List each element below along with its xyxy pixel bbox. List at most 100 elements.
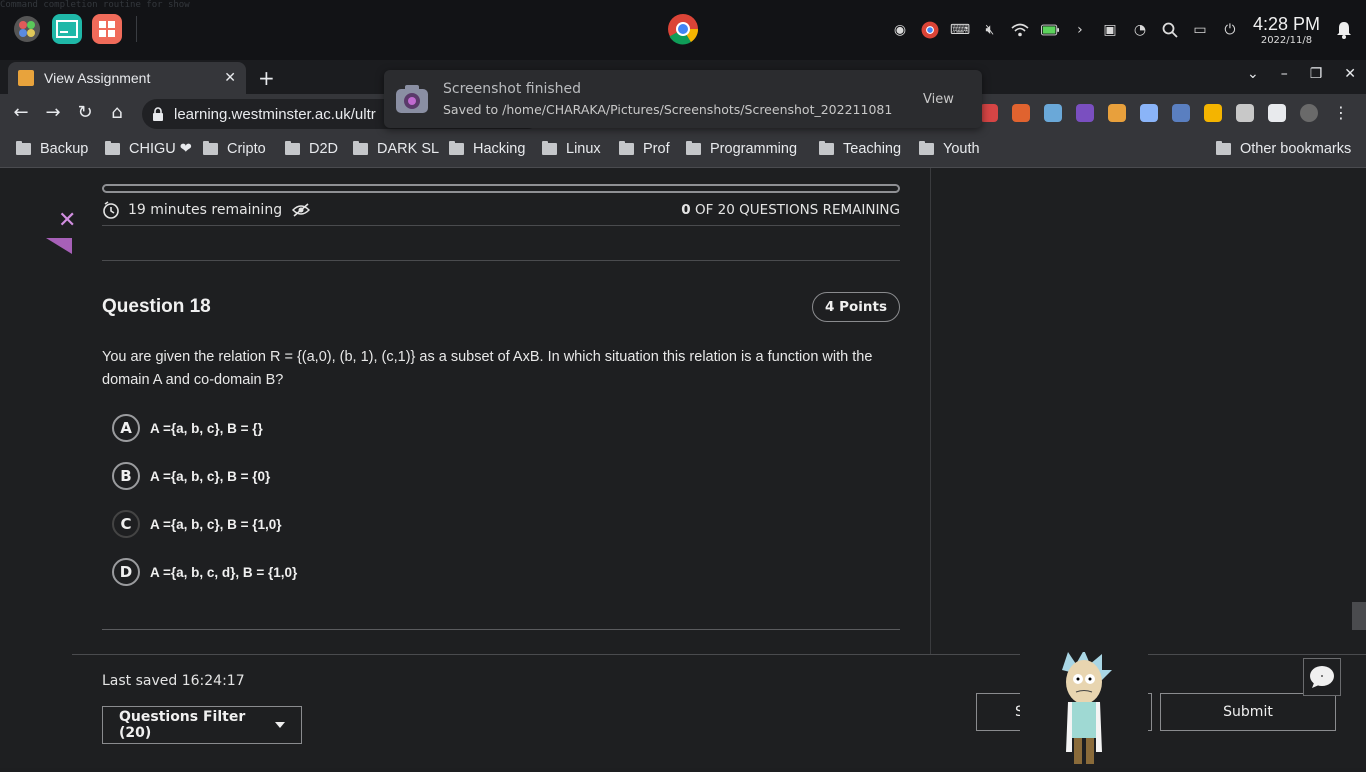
bookmark-folder[interactable]: Prof — [619, 141, 670, 157]
terminal-app-icon[interactable] — [52, 14, 82, 44]
close-window-icon[interactable]: ✕ — [1344, 66, 1356, 82]
folder-icon — [353, 141, 368, 155]
tray-chrome-icon[interactable] — [921, 21, 939, 39]
extension-icon[interactable] — [1012, 104, 1030, 122]
chat-bubble-icon[interactable] — [1303, 658, 1341, 696]
camera-icon — [396, 85, 428, 113]
answer-option-a[interactable]: A A ={a, b, c}, B = {} — [112, 414, 263, 442]
last-saved: Last saved 16:24:17 — [102, 673, 245, 689]
divider — [102, 629, 900, 630]
close-assignment-icon[interactable]: ✕ — [58, 208, 76, 233]
other-bookmarks[interactable]: Other bookmarks — [1216, 141, 1351, 157]
extension-icon[interactable] — [1108, 104, 1126, 122]
answer-option-b[interactable]: B A ={a, b, c}, B = {0} — [112, 462, 270, 490]
kebab-menu-icon[interactable]: ⋮ — [1332, 104, 1350, 122]
taskbar-separator — [136, 16, 137, 42]
timer-icon — [103, 201, 119, 219]
questions-remaining: 0 OF 20 QUESTIONS REMAINING — [681, 202, 900, 218]
clock[interactable]: 4:28 PM 2022/11/8 — [1253, 15, 1320, 46]
scrollbar-thumb[interactable] — [1352, 602, 1366, 630]
answer-option-d[interactable]: D A ={a, b, c, d}, B = {1,0} — [112, 558, 297, 586]
side-panel-icon[interactable] — [1268, 104, 1286, 122]
keyboard-layout-icon[interactable]: ▭ — [1191, 21, 1209, 39]
submit-button[interactable]: Submit — [1160, 693, 1336, 731]
folder-icon — [203, 141, 218, 155]
extension-icon[interactable] — [1204, 104, 1222, 122]
puzzle-extensions-icon[interactable] — [1236, 104, 1254, 122]
tray-expand-icon[interactable]: › — [1071, 21, 1089, 39]
back-icon[interactable]: ← — [12, 102, 30, 123]
notification-body: Saved to /home/CHARAKA/Pictures/Screensh… — [443, 102, 893, 117]
divider — [102, 260, 900, 261]
extension-icon[interactable] — [1140, 104, 1158, 122]
extension-icon[interactable] — [1044, 104, 1062, 122]
extension-icon[interactable] — [1076, 104, 1094, 122]
minimize-icon[interactable]: – — [1281, 66, 1288, 82]
folder-icon — [919, 141, 934, 155]
folder-icon — [686, 141, 701, 155]
folder-icon — [285, 141, 300, 155]
option-text: A ={a, b, c}, B = {1,0} — [150, 516, 282, 532]
right-panel — [930, 168, 1366, 654]
reload-icon[interactable]: ↻ — [76, 102, 94, 123]
notification-view-button[interactable]: View — [923, 92, 954, 107]
search-icon[interactable] — [1161, 21, 1179, 39]
chrome-taskbar-icon[interactable] — [667, 13, 699, 45]
screenshot-notification[interactable]: Screenshot finished Saved to /home/CHARA… — [384, 70, 982, 128]
notification-bell-icon[interactable] — [1334, 20, 1354, 40]
volume-muted-icon[interactable]: 🔇︎ — [981, 21, 999, 39]
tab-view-assignment[interactable]: View Assignment ✕ — [8, 62, 246, 94]
wifi-icon[interactable] — [1011, 21, 1029, 39]
bookmark-folder[interactable]: Hacking — [449, 141, 525, 157]
software-center-icon[interactable] — [92, 14, 122, 44]
question-text: You are given the relation R = {(a,0), (… — [102, 349, 873, 388]
app-menu-icon[interactable] — [12, 14, 42, 44]
tab-close-icon[interactable]: ✕ — [224, 70, 236, 86]
clock-date: 2022/11/8 — [1260, 34, 1313, 46]
profile-avatar-icon[interactable] — [1300, 104, 1318, 122]
remaining-count: 0 — [681, 202, 691, 218]
tray-app-icon[interactable]: ◉ — [891, 21, 909, 39]
folder-icon — [449, 141, 464, 155]
divider — [102, 225, 900, 226]
assignment-page: ✕ 19 minutes remaining 0 OF 20 QUESTIONS… — [0, 168, 1366, 768]
bookmark-folder[interactable]: CHIGU ❤ — [105, 141, 192, 157]
home-icon[interactable]: ⌂ — [108, 102, 126, 123]
cartoon-character-sticker — [1020, 650, 1148, 768]
time-remaining: 19 minutes remaining — [128, 202, 283, 218]
extension-icon[interactable] — [980, 104, 998, 122]
assignment-progress-bar — [102, 184, 900, 193]
new-tab-icon[interactable]: + — [258, 66, 275, 90]
hide-timer-icon[interactable] — [292, 203, 311, 217]
pencil-favicon-icon — [18, 70, 34, 86]
system-monitor-icon[interactable]: ◔ — [1131, 21, 1149, 39]
bookmark-folder[interactable]: D2D — [285, 141, 338, 157]
keyboard-icon[interactable]: ⌨ — [950, 21, 970, 39]
forward-icon[interactable]: → — [44, 102, 62, 123]
bookmark-folder[interactable]: Programming — [686, 141, 797, 157]
bookmark-folder[interactable]: Youth — [919, 141, 980, 157]
lock-icon — [153, 107, 163, 121]
clock-time: 4:28 PM — [1252, 13, 1320, 34]
option-text: A ={a, b, c}, B = {} — [150, 420, 263, 436]
screenshot-icon[interactable]: ▣ — [1101, 21, 1119, 39]
power-icon[interactable]: ⏻ — [1221, 21, 1239, 39]
caret-down-icon — [275, 722, 285, 728]
remaining-suffix: OF 20 QUESTIONS REMAINING — [695, 202, 900, 218]
corner-decoration — [46, 238, 72, 254]
extensions-bar: ⋮ — [980, 104, 1350, 122]
system-tray: ◉ ⌨ 🔇︎ › ▣ ◔ ▭ ⏻ 4:28 PM 2022/11/8 — [891, 0, 1366, 60]
restore-icon[interactable]: ❐ — [1310, 66, 1323, 82]
bookmark-folder[interactable]: Linux — [542, 141, 601, 157]
chevron-down-icon[interactable]: ⌄ — [1247, 66, 1259, 82]
notification-heading: Screenshot finished — [443, 81, 582, 97]
bookmark-folder[interactable]: DARK SL — [353, 141, 439, 157]
bookmark-folder[interactable]: Cripto — [203, 141, 266, 157]
questions-filter-dropdown[interactable]: Questions Filter (20) — [102, 706, 302, 744]
extension-icon[interactable] — [1172, 104, 1190, 122]
bookmark-folder[interactable]: Teaching — [819, 141, 901, 157]
answer-option-c[interactable]: C A ={a, b, c}, B = {1,0} — [112, 510, 282, 538]
system-taskbar: Command completion routine for show ◉ ⌨ … — [0, 0, 1366, 60]
bookmark-folder[interactable]: Backup — [16, 141, 88, 157]
battery-charging-icon[interactable] — [1040, 21, 1059, 39]
